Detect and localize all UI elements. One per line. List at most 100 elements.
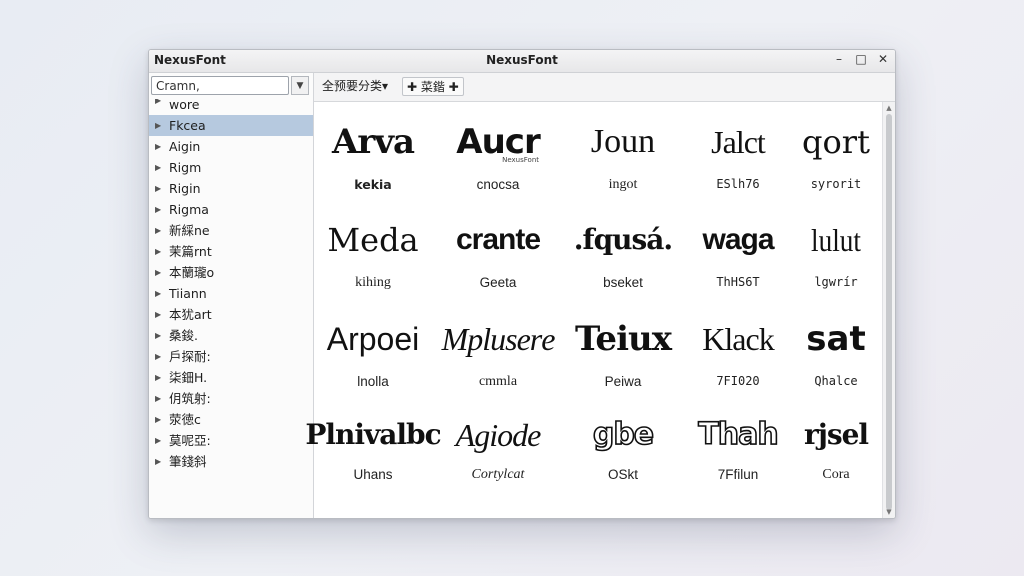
expand-arrow-icon[interactable]: ▶ bbox=[155, 367, 161, 388]
font-preview-cell[interactable]: Plnivalbc Uhans bbox=[305, 415, 441, 505]
expand-arrow-icon[interactable]: ▶ bbox=[155, 220, 161, 241]
scroll-up-icon[interactable]: ▲ bbox=[883, 104, 895, 112]
font-name-label: cnocsa bbox=[476, 177, 520, 192]
sidebar-item-label: 戶探耐: bbox=[169, 349, 211, 364]
sidebar-item-label: 仴筑射: bbox=[169, 391, 211, 406]
sidebar-folder-item[interactable]: ▶ 新綵ne bbox=[149, 220, 313, 241]
font-preview-cell[interactable]: sat Qhalce bbox=[777, 319, 895, 409]
scroll-down-icon[interactable]: ▼ bbox=[883, 508, 895, 516]
font-preview-cell[interactable]: Arva kekia bbox=[314, 122, 432, 212]
vertical-scrollbar[interactable]: ▲ ▼ bbox=[882, 102, 895, 518]
sidebar-folder-item[interactable]: ▶ Rigin bbox=[149, 178, 313, 199]
sidebar-folder-item[interactable]: ▶ Rigm bbox=[149, 157, 313, 178]
expand-arrow-icon[interactable]: ▶ bbox=[155, 99, 161, 107]
sidebar-item-label: Rigma bbox=[169, 202, 209, 217]
font-preview-cell[interactable]: Joun ingot bbox=[564, 122, 682, 212]
font-name-label: Uhans bbox=[353, 467, 393, 482]
chevron-down-icon: ▾ bbox=[382, 79, 389, 93]
expand-arrow-icon[interactable]: ▶ bbox=[155, 241, 161, 262]
title-bar[interactable]: NexusFont NexusFont – □ ✕ bbox=[149, 50, 895, 73]
font-name-label: lgwrír bbox=[814, 275, 858, 289]
sidebar-folder-item[interactable]: ▶ wore bbox=[149, 99, 313, 113]
expand-arrow-icon[interactable]: ▶ bbox=[155, 304, 161, 325]
font-preview-cell[interactable]: Arpoei lnolla bbox=[314, 319, 432, 409]
chevron-down-icon[interactable]: ▼ bbox=[291, 76, 309, 95]
sidebar-folder-item[interactable]: ▶ Aigin bbox=[149, 136, 313, 157]
sidebar-folder-item[interactable]: ▶ Rigma bbox=[149, 199, 313, 220]
expand-arrow-icon[interactable]: ▶ bbox=[155, 283, 161, 304]
font-preview-cell[interactable]: Teiux Peiwa bbox=[564, 319, 682, 409]
font-name-label: Cora bbox=[822, 467, 850, 482]
font-preview-cell[interactable]: Aucr NexusFont cnocsa bbox=[439, 122, 557, 212]
font-sample-text: Arpoei bbox=[326, 321, 420, 357]
scrollbar-thumb[interactable] bbox=[886, 114, 892, 510]
sidebar-item-label: Aigin bbox=[169, 139, 201, 154]
sidebar-folder-item[interactable]: ▶ 筆錢斜 bbox=[149, 451, 313, 472]
close-icon[interactable]: ✕ bbox=[877, 52, 889, 66]
font-sample-text: lulut bbox=[811, 222, 861, 258]
sidebar-folder-item[interactable]: ▶ 戶探耐: bbox=[149, 346, 313, 367]
font-preview-grid: Arva kekia Aucr NexusFont cnocsa Joun ingot Jal… bbox=[305, 102, 882, 518]
maximize-icon[interactable]: □ bbox=[855, 52, 867, 66]
font-folder-tree: ▶ wore ▶ Fkcea ▶ Aigin ▶ Rigm ▶ Rigin ▶ Rigma ▶ 新綵ne ▶… bbox=[149, 99, 313, 472]
search-input[interactable] bbox=[151, 76, 289, 95]
font-sample-text: Plnivalbc bbox=[305, 418, 441, 451]
sidebar-folder-item[interactable]: ▶ 桑鋑. bbox=[149, 325, 313, 346]
add-button[interactable]: ✚ 菜鍇 ✚ bbox=[402, 77, 464, 96]
font-preview-cell[interactable]: Agiode Cortylcat bbox=[439, 415, 557, 505]
font-name-label: syrorit bbox=[810, 177, 862, 191]
sidebar-item-label: Fkcea bbox=[169, 118, 206, 133]
expand-arrow-icon[interactable]: ▶ bbox=[155, 346, 161, 367]
window-title: NexusFont bbox=[486, 53, 558, 67]
sidebar-folder-item[interactable]: ▶ 柒鈿H. bbox=[149, 367, 313, 388]
expand-arrow-icon[interactable]: ▶ bbox=[155, 136, 161, 157]
sidebar-folder-item[interactable]: ▶ 荥徳c bbox=[149, 409, 313, 430]
font-sample-text: Aucr bbox=[456, 122, 540, 162]
expand-arrow-icon[interactable]: ▶ bbox=[155, 325, 161, 346]
sidebar-folder-item[interactable]: ▶ 本犹art bbox=[149, 304, 313, 325]
font-name-label: kihing bbox=[355, 275, 391, 290]
font-preview-cell[interactable]: Mpluserе cmmla bbox=[439, 319, 557, 409]
expand-arrow-icon[interactable]: ▶ bbox=[155, 157, 161, 178]
sidebar-item-label: 新綵ne bbox=[169, 223, 210, 238]
expand-arrow-icon[interactable]: ▶ bbox=[155, 199, 161, 220]
font-sample-text: Agiode bbox=[455, 417, 542, 453]
sidebar-folder-item[interactable]: ▶ Tiiann bbox=[149, 283, 313, 304]
font-sample-text: crante bbox=[455, 223, 541, 256]
sidebar-item-label: 筆錢斜 bbox=[169, 454, 207, 469]
sidebar-folder-item[interactable]: ▶ 仴筑射: bbox=[149, 388, 313, 409]
sidebar-item-label: 茉篇rnt bbox=[169, 244, 212, 259]
sidebar-item-label: Tiiann bbox=[169, 286, 207, 301]
expand-arrow-icon[interactable]: ▶ bbox=[155, 451, 161, 472]
expand-arrow-icon[interactable]: ▶ bbox=[155, 388, 161, 409]
font-preview-cell[interactable]: crante Geeta bbox=[439, 220, 557, 310]
sidebar-folder-item[interactable]: ▶ 茉篇rnt bbox=[149, 241, 313, 262]
expand-arrow-icon[interactable]: ▶ bbox=[155, 178, 161, 199]
sidebar-item-label: Rigin bbox=[169, 181, 201, 196]
sidebar-item-label: 本蘭瓏o bbox=[169, 265, 215, 280]
font-name-label: ingot bbox=[608, 177, 638, 192]
sidebar-folder-item[interactable]: ▶ 莫呢亞: bbox=[149, 430, 313, 451]
sidebar-item-label: 本犹art bbox=[169, 307, 212, 322]
font-preview-cell[interactable]: Meda kihing bbox=[314, 220, 432, 310]
font-preview-cell[interactable]: .fqusá. bseket bbox=[564, 220, 682, 310]
minimize-icon[interactable]: – bbox=[833, 52, 845, 66]
expand-arrow-icon[interactable]: ▶ bbox=[155, 262, 161, 283]
category-filter-dropdown[interactable]: 全预要分类▾ bbox=[318, 77, 392, 96]
font-name-label: Cortylcat bbox=[471, 467, 525, 482]
font-name-label: Qhalce bbox=[814, 374, 858, 388]
font-preview-cell[interactable]: rjsel Cora bbox=[777, 415, 895, 505]
sidebar-item-label: 柒鈿H. bbox=[169, 370, 208, 385]
font-name-label: lnolla bbox=[357, 374, 389, 389]
window-controls: – □ ✕ bbox=[833, 52, 889, 66]
font-name-label: kekia bbox=[354, 177, 392, 192]
font-name-label: Peiwa bbox=[604, 374, 642, 389]
expand-arrow-icon[interactable]: ▶ bbox=[155, 409, 161, 430]
sidebar-folder-item[interactable]: ▶ 本蘭瓏o bbox=[149, 262, 313, 283]
expand-arrow-icon[interactable]: ▶ bbox=[155, 430, 161, 451]
font-preview-cell[interactable]: qort syrorit bbox=[777, 122, 895, 212]
font-preview-cell[interactable]: gbe OSkt bbox=[564, 415, 682, 505]
expand-arrow-icon[interactable]: ▶ bbox=[155, 115, 161, 136]
sidebar-folder-item[interactable]: ▶ Fkcea bbox=[149, 115, 313, 136]
font-preview-cell[interactable]: lulut lgwrír bbox=[777, 220, 895, 310]
